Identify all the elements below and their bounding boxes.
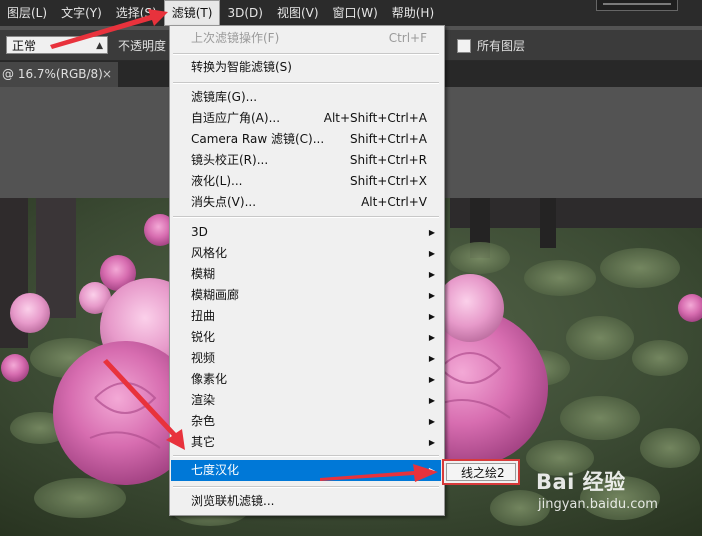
menu-item-label: 像素化 — [191, 372, 228, 386]
menu-item-shortcut: Shift+Ctrl+A — [350, 132, 427, 146]
submenu-arrow-icon: ▶ — [428, 375, 435, 384]
menu-item-label: 锐化 — [191, 330, 216, 344]
menu-item-label: 渲染 — [191, 393, 216, 407]
menu-window[interactable]: 窗口(W) — [326, 0, 385, 26]
menu-item-label: 七度汉化 — [191, 463, 240, 477]
menu-item-label: 消失点(V)... — [191, 195, 257, 209]
menu-view[interactable]: 视图(V) — [270, 0, 326, 26]
menu-item-shortcut: Shift+Ctrl+R — [349, 153, 427, 167]
menu-item-label: 风格化 — [191, 246, 228, 260]
menu-separator — [173, 82, 439, 84]
menu-item-video[interactable]: 视频 ▶ — [171, 348, 441, 369]
menu-item-lens-correction[interactable]: 镜头校正(R)... Shift+Ctrl+R — [171, 150, 441, 171]
menu-item-liquify[interactable]: 液化(L)... Shift+Ctrl+X — [171, 171, 441, 192]
menu-separator — [173, 486, 439, 488]
close-icon[interactable]: × — [102, 62, 112, 87]
watermark-url: jingyan.baidu.com — [538, 497, 658, 512]
opacity-label: 不透明度 — [118, 39, 167, 53]
submenu-arrow-icon: ▶ — [428, 333, 435, 342]
submenu-arrow-icon: ▶ — [428, 354, 435, 363]
menu-item-label: 自适应广角(A)... — [191, 111, 281, 125]
menu-item-label: 模糊画廊 — [191, 288, 240, 302]
document-tab[interactable]: @ 16.7%(RGB/8) × — [0, 62, 118, 87]
menu-item-label: 3D — [191, 225, 208, 239]
all-layers-checkbox[interactable] — [457, 38, 471, 53]
menu-item-camera-raw[interactable]: Camera Raw 滤镜(C)... Shift+Ctrl+A — [171, 129, 441, 150]
menu-item-noise[interactable]: 杂色 ▶ — [171, 411, 441, 432]
menu-item-filter-gallery[interactable]: 滤镜库(G)... — [171, 87, 441, 108]
menu-item-label: 转换为智能滤镜(S) — [191, 60, 292, 74]
submenu-arrow-icon: ▶ — [428, 438, 435, 447]
submenu-arrow-icon: ▶ — [428, 249, 435, 258]
menu-item-render[interactable]: 渲染 ▶ — [171, 390, 441, 411]
submenu-arrow-icon: ▶ — [428, 228, 435, 237]
menu-item-other[interactable]: 其它 ▶ — [171, 432, 441, 453]
menu-item-shortcut: Alt+Shift+Ctrl+A — [323, 111, 427, 125]
menu-item-label: 视频 — [191, 351, 216, 365]
submenu-arrow-icon: ▶ — [428, 312, 435, 321]
menu-select[interactable]: 选择(S) — [109, 0, 164, 26]
menu-item-label: 镜头校正(R)... — [191, 153, 269, 167]
blend-mode-select[interactable]: 正常 ▲ — [6, 36, 108, 54]
menu-item-blur[interactable]: 模糊 ▶ — [171, 264, 441, 285]
submenu-arrow-icon: ▶ — [428, 291, 435, 300]
menu-3d[interactable]: 3D(D) — [220, 0, 269, 26]
menu-item-label: 浏览联机滤镜... — [191, 494, 275, 508]
menu-item-vanishing-point[interactable]: 消失点(V)... Alt+Ctrl+V — [171, 192, 441, 213]
menu-item-browse-online-filters[interactable]: 浏览联机滤镜... — [171, 491, 441, 512]
menu-item-label: 杂色 — [191, 414, 216, 428]
menu-item-label: 滤镜库(G)... — [191, 90, 258, 104]
menu-item-label: 其它 — [191, 435, 216, 449]
menu-item-label: 液化(L)... — [191, 174, 243, 188]
menu-item-label: 模糊 — [191, 267, 216, 281]
submenu-arrow-icon: ▶ — [428, 270, 435, 279]
menu-item-3d[interactable]: 3D ▶ — [171, 222, 441, 243]
menu-item-label: 上次滤镜操作(F) — [191, 31, 280, 45]
menu-separator — [173, 216, 439, 218]
watermark-brand: Bai 经验 — [536, 470, 626, 494]
menu-help[interactable]: 帮助(H) — [385, 0, 441, 26]
submenu-arrow-icon: ▶ — [428, 466, 435, 475]
menu-item-shortcut: Ctrl+F — [388, 31, 427, 45]
qidu-submenu: 线之绘2 — [442, 459, 520, 485]
menu-item-label: 扭曲 — [191, 309, 216, 323]
submenu-arrow-icon: ▶ — [428, 396, 435, 405]
all-layers-option[interactable]: 所有图层 — [457, 37, 525, 54]
menu-type[interactable]: 文字(Y) — [54, 0, 109, 26]
filter-dropdown-menu: 上次滤镜操作(F) Ctrl+F 转换为智能滤镜(S) 滤镜库(G)... 自适… — [169, 25, 445, 516]
menu-item-label: Camera Raw 滤镜(C)... — [191, 132, 325, 146]
menu-separator — [173, 455, 439, 457]
document-tab-label: @ 16.7%(RGB/8) — [2, 67, 103, 81]
updown-arrows-icon: ▲ — [96, 41, 103, 51]
menu-item-qidu-hanhua[interactable]: 七度汉化 ▶ — [171, 460, 441, 481]
menu-item-convert-smart-filter[interactable]: 转换为智能滤镜(S) — [171, 57, 441, 78]
window-preview-icon — [596, 0, 678, 11]
submenu-item-xianzhihui[interactable]: 线之绘2 — [446, 463, 516, 481]
menu-item-last-filter[interactable]: 上次滤镜操作(F) Ctrl+F — [171, 28, 441, 49]
menu-separator — [173, 53, 439, 55]
menu-layer[interactable]: 图层(L) — [0, 0, 54, 26]
blend-mode-value: 正常 — [12, 39, 37, 53]
baidu-jingyan-watermark: Bai 经验 jingyan.baidu.com — [536, 466, 666, 518]
menu-item-distort[interactable]: 扭曲 ▶ — [171, 306, 441, 327]
menu-item-shortcut: Shift+Ctrl+X — [350, 174, 427, 188]
menu-item-adaptive-wide-angle[interactable]: 自适应广角(A)... Alt+Shift+Ctrl+A — [171, 108, 441, 129]
menu-item-blur-gallery[interactable]: 模糊画廊 ▶ — [171, 285, 441, 306]
all-layers-label: 所有图层 — [477, 39, 526, 53]
menu-filter[interactable]: 滤镜(T) — [163, 0, 221, 26]
menu-item-shortcut: Alt+Ctrl+V — [361, 195, 427, 209]
menu-item-pixelate[interactable]: 像素化 ▶ — [171, 369, 441, 390]
submenu-arrow-icon: ▶ — [428, 417, 435, 426]
menu-item-sharpen[interactable]: 锐化 ▶ — [171, 327, 441, 348]
menu-item-stylize[interactable]: 风格化 ▶ — [171, 243, 441, 264]
